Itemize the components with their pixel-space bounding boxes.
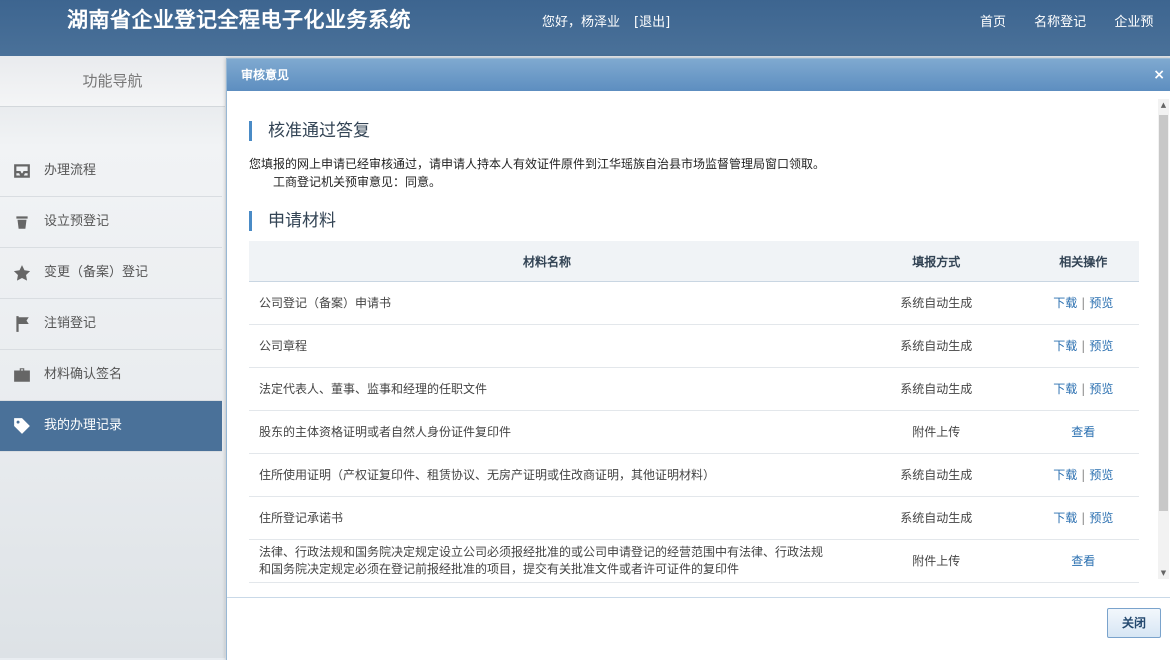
action-separator: | <box>1081 510 1086 525</box>
column-header-method: 填报方式 <box>844 241 1028 282</box>
table-row: 公司章程 系统自动生成 下载 | 预览 <box>249 324 1139 368</box>
view-link[interactable]: 查看 <box>1071 425 1095 439</box>
materials-heading: 申请材料 <box>249 211 336 231</box>
close-icon[interactable]: × <box>1153 59 1165 91</box>
material-name: 法定代表人、董事、监事和经理的任职文件 <box>249 367 845 411</box>
table-row: 法定代表人、董事、监事和经理的任职文件 系统自动生成 下载 | 预览 <box>249 367 1139 411</box>
app-header: 湖南省企业登记全程电子化业务系统 您好，杨泽业 [退出] 首页 名称登记 企业预 <box>0 0 1170 56</box>
table-header-row: 材料名称 填报方式 相关操作 <box>249 241 1139 282</box>
system-title: 湖南省企业登记全程电子化业务系统 <box>67 8 411 32</box>
flag-icon <box>16 316 29 332</box>
dialog-title: 审核意见 <box>241 68 290 82</box>
table-row: 股东的主体资格证明或者自然人身份证件复印件 附件上传 查看 <box>249 410 1139 454</box>
download-link[interactable]: 下载 <box>1053 296 1077 310</box>
materials-table: 材料名称 填报方式 相关操作 公司登记（备案）申请书 系统自动生成 下载 | 预览 … <box>249 241 1139 583</box>
nav-name-registration[interactable]: 名称登记 <box>1034 15 1086 30</box>
row-actions: 下载 | 预览 <box>1027 324 1139 368</box>
material-name: 住所登记承诺书 <box>249 496 845 540</box>
action-separator: | <box>1081 295 1086 310</box>
preview-link[interactable]: 预览 <box>1089 468 1113 482</box>
sidebar-item-sign[interactable]: 材料确认签名 <box>0 350 222 401</box>
sidebar-item-my-records[interactable]: 我的办理记录 <box>0 401 222 452</box>
sidebar-item-cancel[interactable]: 注销登记 <box>0 299 222 350</box>
table-row: 住所登记承诺书 系统自动生成 下载 | 预览 <box>249 496 1139 540</box>
logout-link[interactable]: [退出] <box>634 15 670 30</box>
material-name: 公司章程 <box>249 324 845 368</box>
trash-icon <box>16 216 28 229</box>
sidebar-item-label: 设立预登记 <box>44 214 110 229</box>
sidebar-item-label: 变更（备案）登记 <box>44 265 149 280</box>
fill-method: 系统自动生成 <box>844 367 1028 411</box>
download-link[interactable]: 下载 <box>1053 339 1077 353</box>
download-link[interactable]: 下载 <box>1053 382 1077 396</box>
star-icon <box>13 265 31 281</box>
fill-method: 附件上传 <box>844 539 1028 583</box>
tag-icon <box>14 418 30 434</box>
action-separator: | <box>1081 467 1086 482</box>
sidebar-item-label: 我的办理记录 <box>44 418 123 433</box>
download-link[interactable]: 下载 <box>1053 511 1077 525</box>
scrollbar-thumb[interactable] <box>1159 115 1168 511</box>
column-header-name: 材料名称 <box>249 241 845 282</box>
approval-message: 您填报的网上申请已经审核通过，请申请人持本人有效证件原件到江华瑶族自治县市场监督… <box>249 155 825 191</box>
approval-line: 您填报的网上申请已经审核通过，请申请人持本人有效证件原件到江华瑶族自治县市场监督… <box>249 157 826 171</box>
row-actions: 下载 | 预览 <box>1027 367 1139 411</box>
material-name: 法律、行政法规和国务院决定规定设立公司必须报经批准的或公司申请登记的经营范围中有… <box>249 539 845 583</box>
sidebar-item-process[interactable]: 办理流程 <box>0 146 222 197</box>
action-separator: | <box>1081 338 1086 353</box>
fill-method: 系统自动生成 <box>844 281 1028 325</box>
preliminary-opinion: 工商登记机关预审意见：同意。 <box>273 175 442 189</box>
top-nav: 首页 名称登记 企业预 <box>980 11 1170 30</box>
user-greeting: 您好，杨泽业 [退出] <box>542 11 670 30</box>
sidebar-item-label: 材料确认签名 <box>44 367 123 382</box>
nav-home[interactable]: 首页 <box>980 15 1006 30</box>
fill-method: 系统自动生成 <box>844 453 1028 497</box>
row-actions: 查看 <box>1027 539 1139 583</box>
download-link[interactable]: 下载 <box>1053 468 1077 482</box>
preview-link[interactable]: 预览 <box>1089 382 1113 396</box>
greeting-text: 您好，杨泽业 <box>542 15 621 30</box>
scroll-up-arrow-icon[interactable]: ▲ <box>1158 99 1169 111</box>
row-actions: 下载 | 预览 <box>1027 281 1139 325</box>
fill-method: 系统自动生成 <box>844 496 1028 540</box>
table-row: 公司登记（备案）申请书 系统自动生成 下载 | 预览 <box>249 281 1139 325</box>
dialog-scrollbar[interactable]: ▲ ▼ <box>1158 99 1169 579</box>
view-link[interactable]: 查看 <box>1071 554 1095 568</box>
briefcase-icon <box>14 368 30 382</box>
sidebar-item-establish[interactable]: 设立预登记 <box>0 197 222 248</box>
sidebar-menu: 办理流程 设立预登记 变更（备案）登记 注销登记 材料确认签名 我的办理记录 <box>0 146 222 452</box>
fill-method: 系统自动生成 <box>844 324 1028 368</box>
scroll-down-arrow-icon[interactable]: ▼ <box>1158 567 1169 579</box>
dialog-footer: 关闭 <box>227 597 1170 660</box>
action-separator: | <box>1081 381 1086 396</box>
review-dialog: 审核意见 × 核准通过答复 您填报的网上申请已经审核通过，请申请人持本人有效证件… <box>226 58 1170 660</box>
row-actions: 查看 <box>1027 410 1139 454</box>
sidebar-title: 功能导航 <box>0 56 225 107</box>
nav-enterprise[interactable]: 企业预 <box>1114 15 1153 30</box>
dialog-body: 核准通过答复 您填报的网上申请已经审核通过，请申请人持本人有效证件原件到江华瑶族… <box>227 91 1157 597</box>
row-actions: 下载 | 预览 <box>1027 453 1139 497</box>
sidebar-item-change[interactable]: 变更（备案）登记 <box>0 248 222 299</box>
table-row: 住所使用证明（产权证复印件、租赁协议、无房产证明或住改商证明，其他证明材料） 系… <box>249 453 1139 497</box>
column-header-ops: 相关操作 <box>1027 241 1139 282</box>
dialog-titlebar: 审核意见 × <box>227 59 1170 91</box>
row-actions: 下载 | 预览 <box>1027 496 1139 540</box>
inbox-icon <box>14 164 30 178</box>
material-name: 公司登记（备案）申请书 <box>249 281 845 325</box>
material-name: 住所使用证明（产权证复印件、租赁协议、无房产证明或住改商证明，其他证明材料） <box>249 453 845 497</box>
fill-method: 附件上传 <box>844 410 1028 454</box>
table-row: 法律、行政法规和国务院决定规定设立公司必须报经批准的或公司申请登记的经营范围中有… <box>249 539 1139 583</box>
sidebar-item-label: 办理流程 <box>44 163 97 178</box>
approval-heading: 核准通过答复 <box>249 121 370 141</box>
material-name: 股东的主体资格证明或者自然人身份证件复印件 <box>249 410 845 454</box>
preview-link[interactable]: 预览 <box>1089 339 1113 353</box>
preview-link[interactable]: 预览 <box>1089 511 1113 525</box>
sidebar-item-label: 注销登记 <box>44 316 97 331</box>
sidebar: 功能导航 办理流程 设立预登记 变更（备案）登记 注销登记 材料确认签名 我的办… <box>0 56 225 658</box>
preview-link[interactable]: 预览 <box>1089 296 1113 310</box>
close-button[interactable]: 关闭 <box>1107 608 1161 638</box>
